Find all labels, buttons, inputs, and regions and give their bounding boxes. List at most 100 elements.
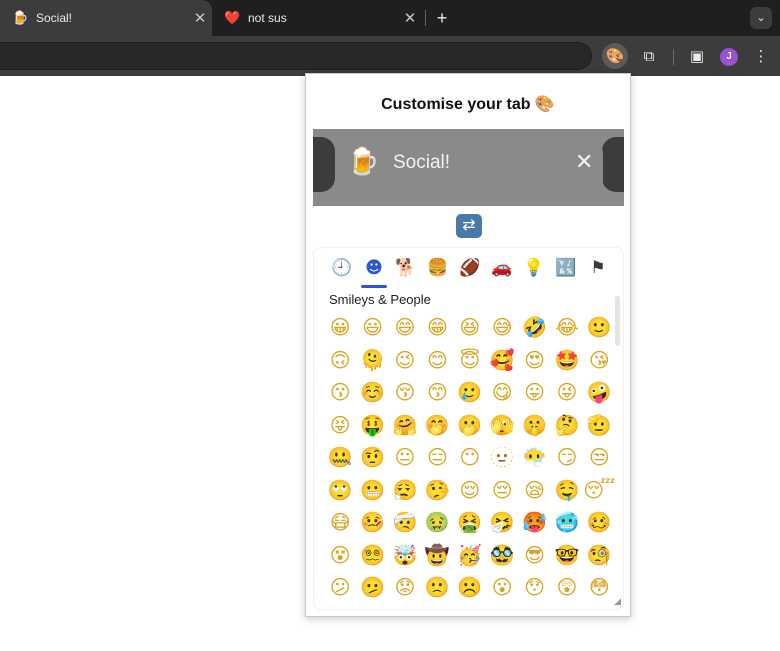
emoji-button[interactable]: 🙄 <box>324 474 356 507</box>
beer-icon[interactable]: 🍺 <box>347 147 379 177</box>
close-icon[interactable]: ✕ <box>398 9 422 27</box>
emoji-button[interactable]: 🙁 <box>421 571 453 604</box>
emoji-button[interactable]: 😪 <box>518 474 550 507</box>
emoji-button[interactable]: 🤧 <box>486 506 518 539</box>
emoji-button[interactable]: 🤕 <box>389 506 421 539</box>
emoji-button[interactable]: 🫥 <box>486 441 518 474</box>
emoji-button[interactable]: 😶 <box>454 441 486 474</box>
emoji-button[interactable]: 🥸 <box>486 539 518 572</box>
emoji-button[interactable]: 🤪 <box>583 376 615 409</box>
emoji-button[interactable]: 🤥 <box>421 474 453 507</box>
emoji-button[interactable]: 😲 <box>551 571 583 604</box>
emoji-button[interactable]: 😀 <box>324 311 356 344</box>
emoji-button[interactable]: 🤮 <box>454 506 486 539</box>
category-activity-icon[interactable]: 🏈 <box>454 248 486 288</box>
close-icon[interactable]: ✕ <box>188 9 212 27</box>
emoji-button[interactable]: 😮 <box>486 571 518 604</box>
emoji-button[interactable]: 😕 <box>324 571 356 604</box>
category-recent-icon[interactable]: 🕘 <box>326 248 358 288</box>
emoji-button[interactable]: 🧐 <box>583 539 615 572</box>
emoji-button[interactable]: 😗 <box>324 376 356 409</box>
emoji-button[interactable]: 😄 <box>389 311 421 344</box>
preview-tab-title[interactable]: Social! <box>393 152 450 174</box>
emoji-button[interactable]: 🫠 <box>356 344 388 377</box>
emoji-button[interactable]: 🫡 <box>583 409 615 442</box>
emoji-button[interactable]: 🤒 <box>356 506 388 539</box>
category-food-drink-icon[interactable]: 🍔 <box>422 248 454 288</box>
emoji-button[interactable]: 😇 <box>454 344 486 377</box>
emoji-button[interactable]: 😷 <box>324 506 356 539</box>
emoji-button[interactable]: 🤑 <box>356 409 388 442</box>
new-tab-button[interactable]: + <box>430 6 454 30</box>
emoji-button[interactable]: 😜 <box>551 376 583 409</box>
emoji-button[interactable]: ☹️ <box>454 571 486 604</box>
emoji-button[interactable]: 😟 <box>389 571 421 604</box>
emoji-button[interactable]: 🫣 <box>486 409 518 442</box>
category-travel-places-icon[interactable]: 🚗 <box>486 248 518 288</box>
emoji-button[interactable]: 🤔 <box>551 409 583 442</box>
emoji-button[interactable]: 😬 <box>356 474 388 507</box>
emoji-button[interactable]: 😂 <box>551 311 583 344</box>
emoji-button[interactable]: 😏 <box>551 441 583 474</box>
side-panel-icon[interactable]: ▣ <box>684 43 710 69</box>
emoji-button[interactable]: 🥶 <box>551 506 583 539</box>
emoji-button[interactable]: 🥲 <box>454 376 486 409</box>
emoji-button[interactable]: 🙃 <box>324 344 356 377</box>
emoji-button[interactable]: 😌 <box>454 474 486 507</box>
emoji-button[interactable]: 🤩 <box>551 344 583 377</box>
shuffle-button[interactable]: ⇄ <box>456 214 482 238</box>
emoji-button[interactable]: 🫢 <box>454 409 486 442</box>
emoji-button[interactable]: 😙 <box>421 376 453 409</box>
emoji-button[interactable]: 😎 <box>518 539 550 572</box>
emoji-button[interactable]: 😝 <box>324 409 356 442</box>
emoji-button[interactable]: 🥴 <box>583 506 615 539</box>
emoji-button[interactable]: 😳 <box>583 571 615 604</box>
address-bar[interactable] <box>0 42 592 70</box>
emoji-button[interactable]: 😴 <box>583 474 615 507</box>
category-smileys-people-icon[interactable]: ☻ <box>358 248 390 288</box>
emoji-button[interactable]: 🥵 <box>518 506 550 539</box>
palette-extension-icon[interactable]: 🎨 <box>602 43 628 69</box>
emoji-button[interactable]: 🫤 <box>356 571 388 604</box>
emoji-button[interactable]: 🤤 <box>551 474 583 507</box>
emoji-button[interactable]: 😑 <box>421 441 453 474</box>
tab-search-button[interactable]: ⌄ <box>750 7 772 29</box>
emoji-button[interactable]: 🤭 <box>421 409 453 442</box>
emoji-button[interactable]: 😯 <box>518 571 550 604</box>
emoji-button[interactable]: 🤨 <box>356 441 388 474</box>
emoji-button[interactable]: 🤢 <box>421 506 453 539</box>
scrollbar[interactable] <box>615 296 620 346</box>
emoji-button[interactable]: 😒 <box>583 441 615 474</box>
category-flags-icon[interactable]: ⚑ <box>582 248 614 288</box>
emoji-button[interactable]: 😆 <box>454 311 486 344</box>
emoji-button[interactable]: 🤗 <box>389 409 421 442</box>
tab-not-sus[interactable]: ❤️ not sus ✕ <box>212 0 422 36</box>
emoji-button[interactable]: 😛 <box>518 376 550 409</box>
category-symbols-icon[interactable]: 🔣 <box>550 248 582 288</box>
emoji-button[interactable]: 😚 <box>389 376 421 409</box>
emoji-button[interactable]: 🤯 <box>389 539 421 572</box>
emoji-button[interactable]: 😶‍🌫️ <box>518 441 550 474</box>
emoji-button[interactable]: 😊 <box>421 344 453 377</box>
emoji-button[interactable]: 🤠 <box>421 539 453 572</box>
emoji-button[interactable]: 😍 <box>518 344 550 377</box>
emoji-button[interactable]: 🤣 <box>518 311 550 344</box>
emoji-button[interactable]: 🥳 <box>454 539 486 572</box>
emoji-button[interactable]: 😅 <box>486 311 518 344</box>
category-animals-nature-icon[interactable]: 🐕 <box>390 248 422 288</box>
emoji-button[interactable]: 🤐 <box>324 441 356 474</box>
emoji-button[interactable]: 🥰 <box>486 344 518 377</box>
emoji-button[interactable]: 🙂 <box>583 311 615 344</box>
emoji-button[interactable]: 😵‍💫 <box>356 539 388 572</box>
emoji-button[interactable]: ☺️ <box>356 376 388 409</box>
extensions-puzzle-icon[interactable]: ⧉ <box>636 43 662 69</box>
emoji-button[interactable]: 😘 <box>583 344 615 377</box>
emoji-button[interactable]: 😵 <box>324 539 356 572</box>
emoji-button[interactable]: 😋 <box>486 376 518 409</box>
emoji-button[interactable]: 😐 <box>389 441 421 474</box>
emoji-button[interactable]: 😃 <box>356 311 388 344</box>
emoji-button[interactable]: 🤫 <box>518 409 550 442</box>
emoji-button[interactable]: 🤓 <box>551 539 583 572</box>
emoji-button[interactable]: 😮‍💨 <box>389 474 421 507</box>
emoji-button[interactable]: 😁 <box>421 311 453 344</box>
